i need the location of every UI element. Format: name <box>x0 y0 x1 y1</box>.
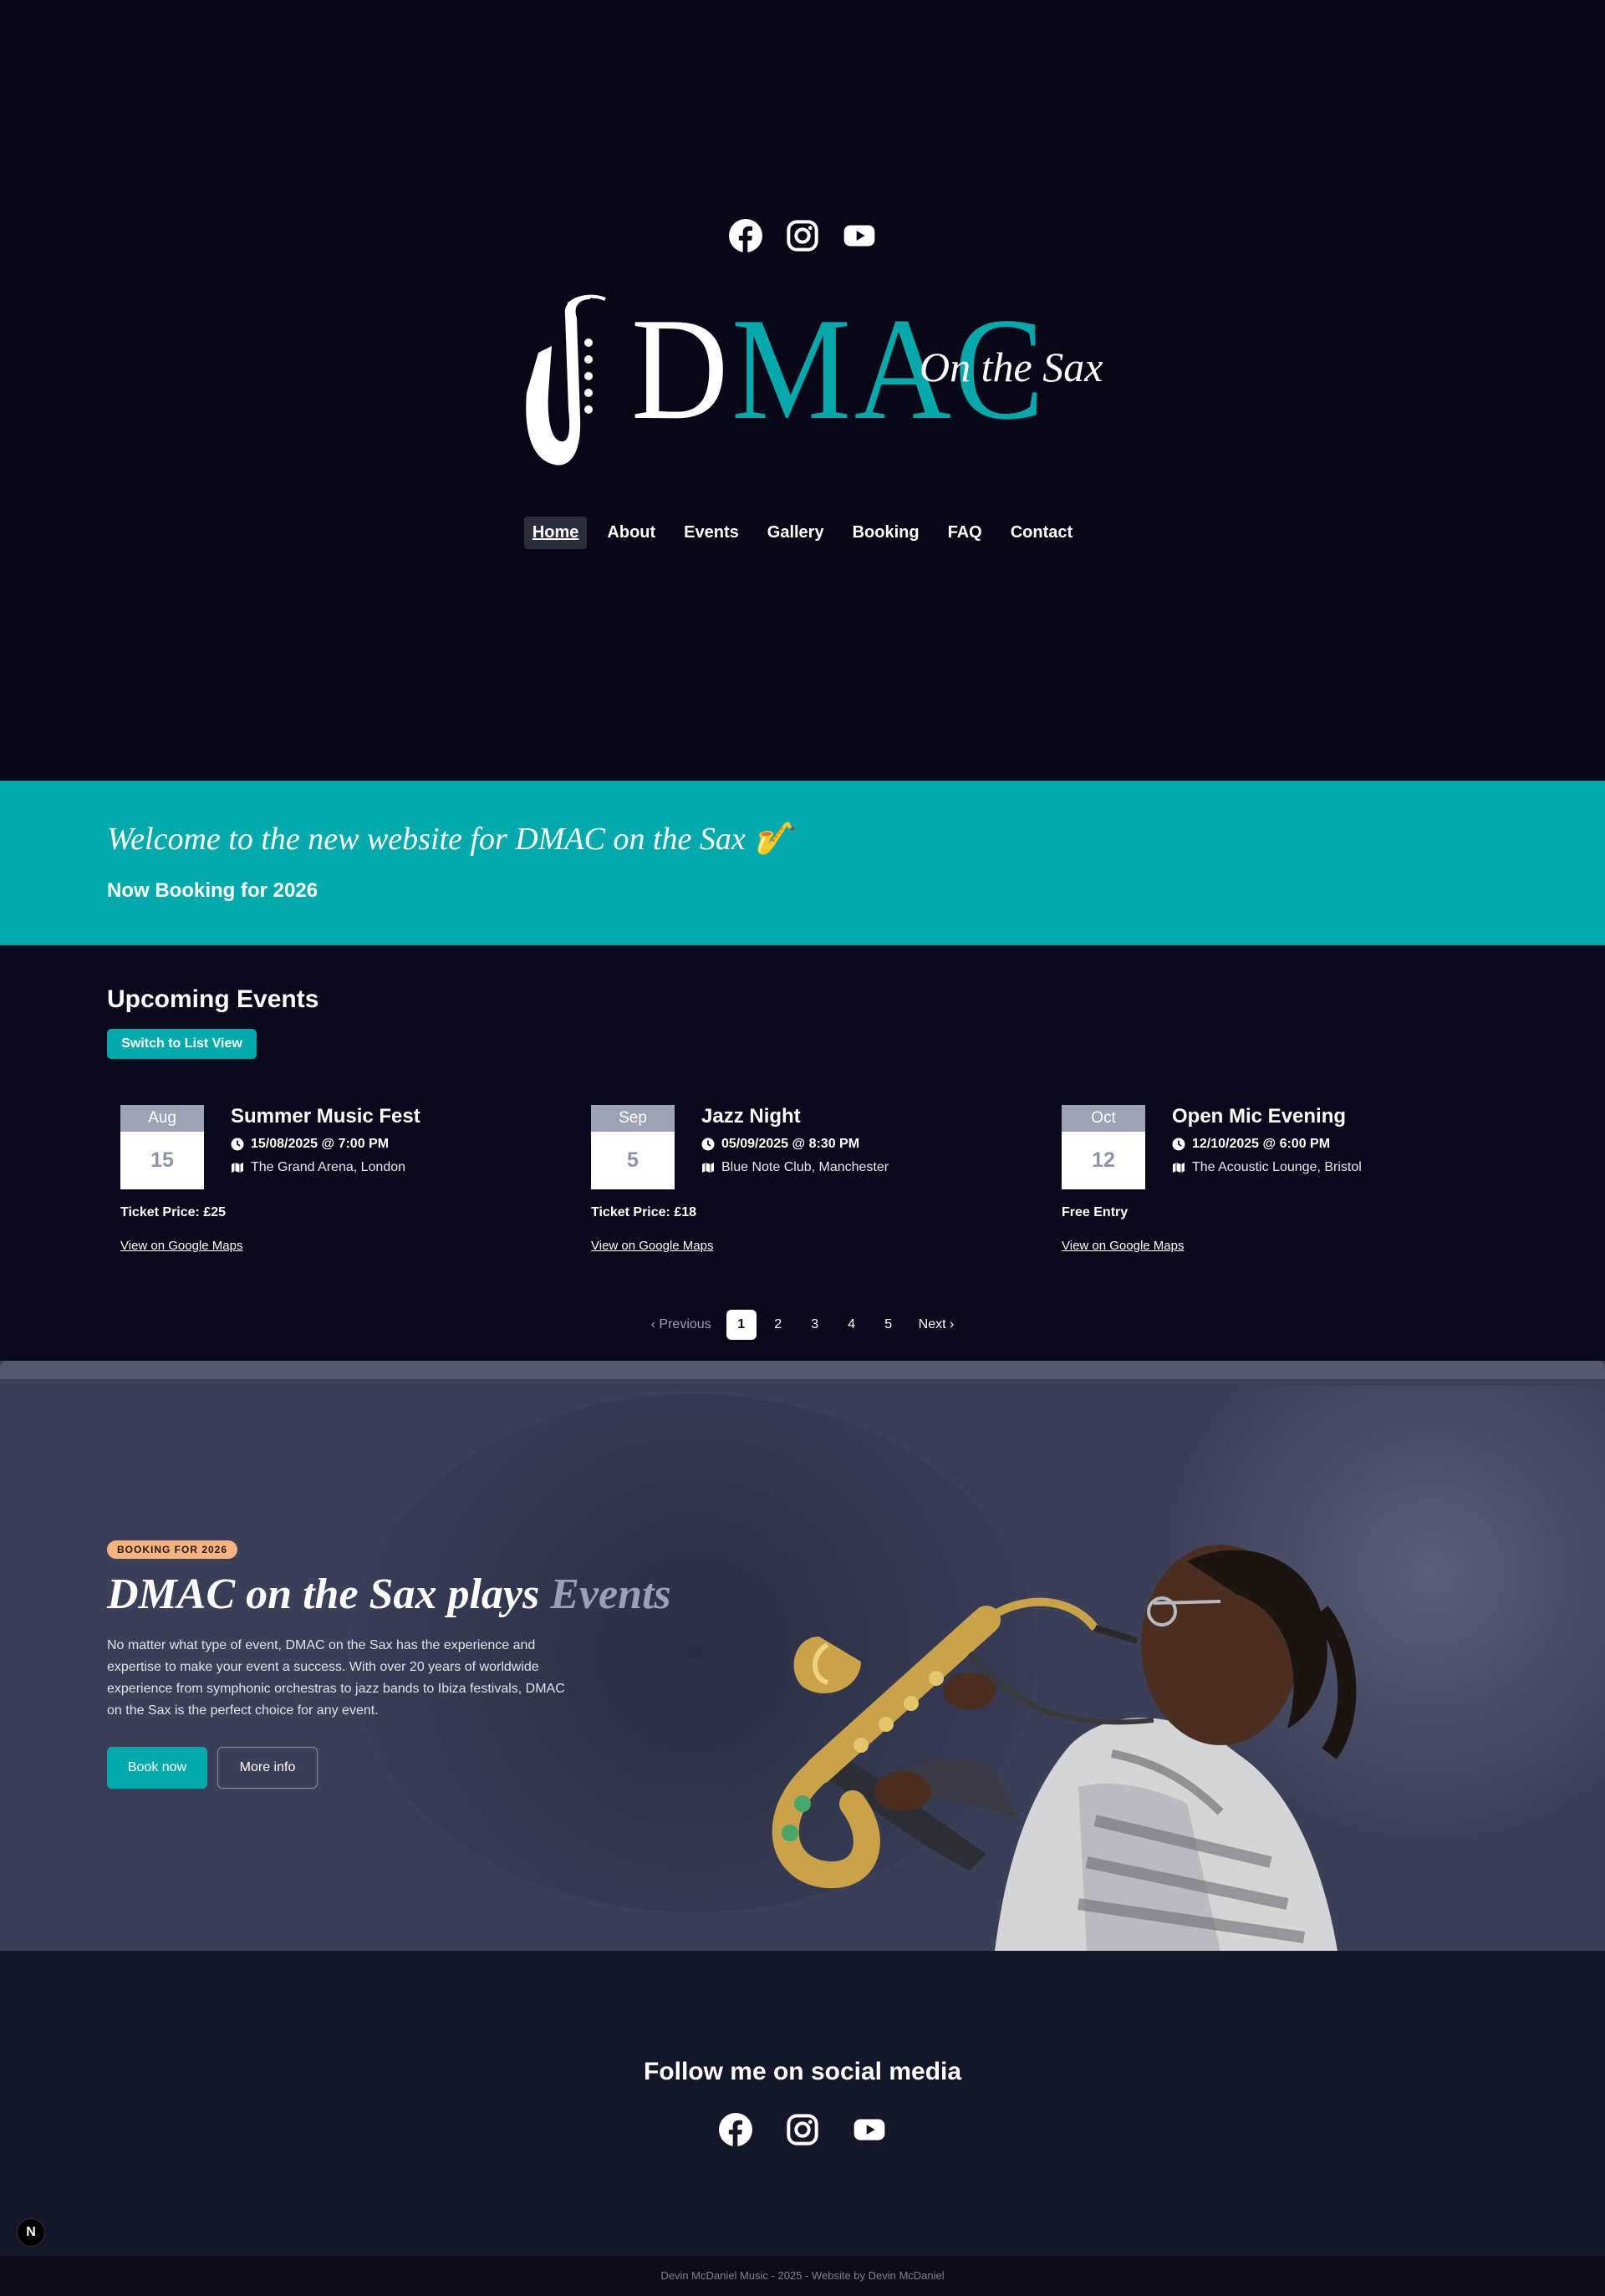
nav-events[interactable]: Events <box>675 517 747 549</box>
footer-social-links <box>0 2113 1605 2146</box>
youtube-icon[interactable] <box>853 2113 886 2146</box>
google-maps-link[interactable]: View on Google Maps <box>591 1239 713 1253</box>
event-price: Ticket Price: £25 <box>120 1205 227 1219</box>
site-logo[interactable]: DMAC On the Sax <box>518 293 1103 476</box>
events-pagination: ‹ Previous 1 2 3 4 5 Next › <box>0 1310 1605 1340</box>
pagination-page[interactable]: 3 <box>800 1310 830 1340</box>
instagram-icon[interactable] <box>786 219 819 252</box>
event-price: Free Entry <box>1062 1205 1129 1219</box>
banner-subtitle: Now Booking for 2026 <box>107 879 318 902</box>
event-datetime-row: 12/10/2025 @ 6:00 PM <box>1172 1137 1330 1152</box>
facebook-icon[interactable] <box>729 219 762 252</box>
welcome-banner: Welcome to the new website for DMAC on t… <box>0 781 1605 945</box>
event-venue: The Acoustic Lounge, Bristol <box>1192 1160 1362 1174</box>
nav-about[interactable]: About <box>599 517 664 549</box>
hero-title: DMAC on the Sax plays Events <box>107 1571 671 1618</box>
map-icon <box>1172 1161 1185 1174</box>
event-datetime: 15/08/2025 @ 7:00 PM <box>251 1137 390 1151</box>
follow-social-section: Follow me on social media N <box>0 1951 1605 2256</box>
main-nav: Home About Events Gallery Booking FAQ Co… <box>0 517 1605 549</box>
upcoming-events-section: Upcoming Events Switch to List View Aug … <box>0 945 1605 1363</box>
site-header: DMAC On the Sax Home About Events Galler… <box>0 0 1605 781</box>
event-card: Sep 5 Jazz Night 05/09/2025 @ 8:30 PM Bl… <box>578 1105 996 1272</box>
google-maps-link[interactable]: View on Google Maps <box>120 1239 242 1253</box>
logo-tagline: On the Sax <box>920 344 1103 390</box>
event-datetime-row: 15/08/2025 @ 7:00 PM <box>231 1137 389 1152</box>
nav-contact[interactable]: Contact <box>1002 517 1081 549</box>
event-name: Open Mic Evening <box>1172 1105 1347 1128</box>
pagination-page[interactable]: 1 <box>726 1310 757 1340</box>
event-card: Oct 12 Open Mic Evening 12/10/2025 @ 6:0… <box>1048 1105 1466 1272</box>
booking-badge: BOOKING FOR 2026 <box>107 1540 238 1559</box>
switch-to-list-view-button[interactable]: Switch to List View <box>107 1029 257 1059</box>
site-footer: Devin McDaniel Music - 2025 - Website by… <box>0 2256 1605 2296</box>
event-datetime-row: 05/09/2025 @ 8:30 PM <box>701 1137 859 1152</box>
header-social-links <box>0 219 1605 252</box>
follow-title: Follow me on social media <box>643 2058 962 2085</box>
book-now-button[interactable]: Book now <box>107 1747 207 1789</box>
pagination-page[interactable]: 5 <box>874 1310 904 1340</box>
event-month: Aug <box>120 1105 204 1132</box>
footer-copyright: Devin McDaniel Music - 2025 - Website by… <box>660 2269 945 2282</box>
banner-title: Welcome to the new website for DMAC on t… <box>107 822 793 857</box>
instagram-icon[interactable] <box>786 2113 819 2146</box>
pagination-page[interactable]: 4 <box>837 1310 867 1340</box>
saxophonist-photo <box>772 1545 1357 1951</box>
clock-icon <box>231 1138 244 1151</box>
event-day: 5 <box>627 1148 639 1172</box>
event-venue-row: The Grand Arena, London <box>231 1160 405 1175</box>
hero-description: No matter what type of event, DMAC on th… <box>107 1638 565 1718</box>
event-datetime: 12/10/2025 @ 6:00 PM <box>1192 1137 1331 1151</box>
event-day: 15 <box>150 1148 174 1172</box>
event-venue-row: Blue Note Club, Manchester <box>701 1160 889 1175</box>
nextjs-dev-badge[interactable]: N <box>17 2218 45 2247</box>
event-month: Sep <box>591 1105 675 1132</box>
event-date-box: Aug 15 <box>120 1105 204 1189</box>
event-name: Summer Music Fest <box>231 1105 420 1128</box>
pagination-page[interactable]: 2 <box>763 1310 793 1340</box>
chevron-right-icon: › <box>945 1317 955 1331</box>
pagination-previous[interactable]: ‹ Previous <box>643 1310 720 1340</box>
booking-hero: BOOKING FOR 2026 DMAC on the Sax plays E… <box>0 1361 1605 1951</box>
more-info-button[interactable]: More info <box>217 1747 318 1789</box>
map-icon <box>701 1161 715 1174</box>
clock-icon <box>701 1138 715 1151</box>
nav-gallery[interactable]: Gallery <box>759 517 833 549</box>
event-venue-row: The Acoustic Lounge, Bristol <box>1172 1160 1362 1175</box>
nav-faq[interactable]: FAQ <box>940 517 991 549</box>
map-icon <box>231 1161 244 1174</box>
event-venue: Blue Note Club, Manchester <box>721 1160 889 1174</box>
nav-home[interactable]: Home <box>523 517 588 549</box>
event-month: Oct <box>1062 1105 1145 1132</box>
event-day: 12 <box>1092 1148 1115 1172</box>
google-maps-link[interactable]: View on Google Maps <box>1062 1239 1184 1253</box>
event-price: Ticket Price: £18 <box>591 1205 697 1219</box>
hero-top-band <box>0 1361 1605 1379</box>
clock-icon <box>1172 1138 1185 1151</box>
facebook-icon[interactable] <box>719 2113 752 2146</box>
nav-booking[interactable]: Booking <box>844 517 928 549</box>
event-name: Jazz Night <box>701 1105 801 1128</box>
youtube-icon[interactable] <box>843 219 876 252</box>
events-title: Upcoming Events <box>107 985 319 1013</box>
event-venue: The Grand Arena, London <box>251 1160 406 1174</box>
event-datetime: 05/09/2025 @ 8:30 PM <box>721 1137 860 1151</box>
saxophone-logo-icon <box>526 294 606 466</box>
chevron-left-icon: ‹ <box>650 1317 660 1331</box>
event-date-box: Oct 12 <box>1062 1105 1145 1189</box>
event-date-box: Sep 5 <box>591 1105 675 1189</box>
event-card: Aug 15 Summer Music Fest 15/08/2025 @ 7:… <box>107 1105 525 1272</box>
pagination-next[interactable]: Next › <box>910 1310 963 1340</box>
